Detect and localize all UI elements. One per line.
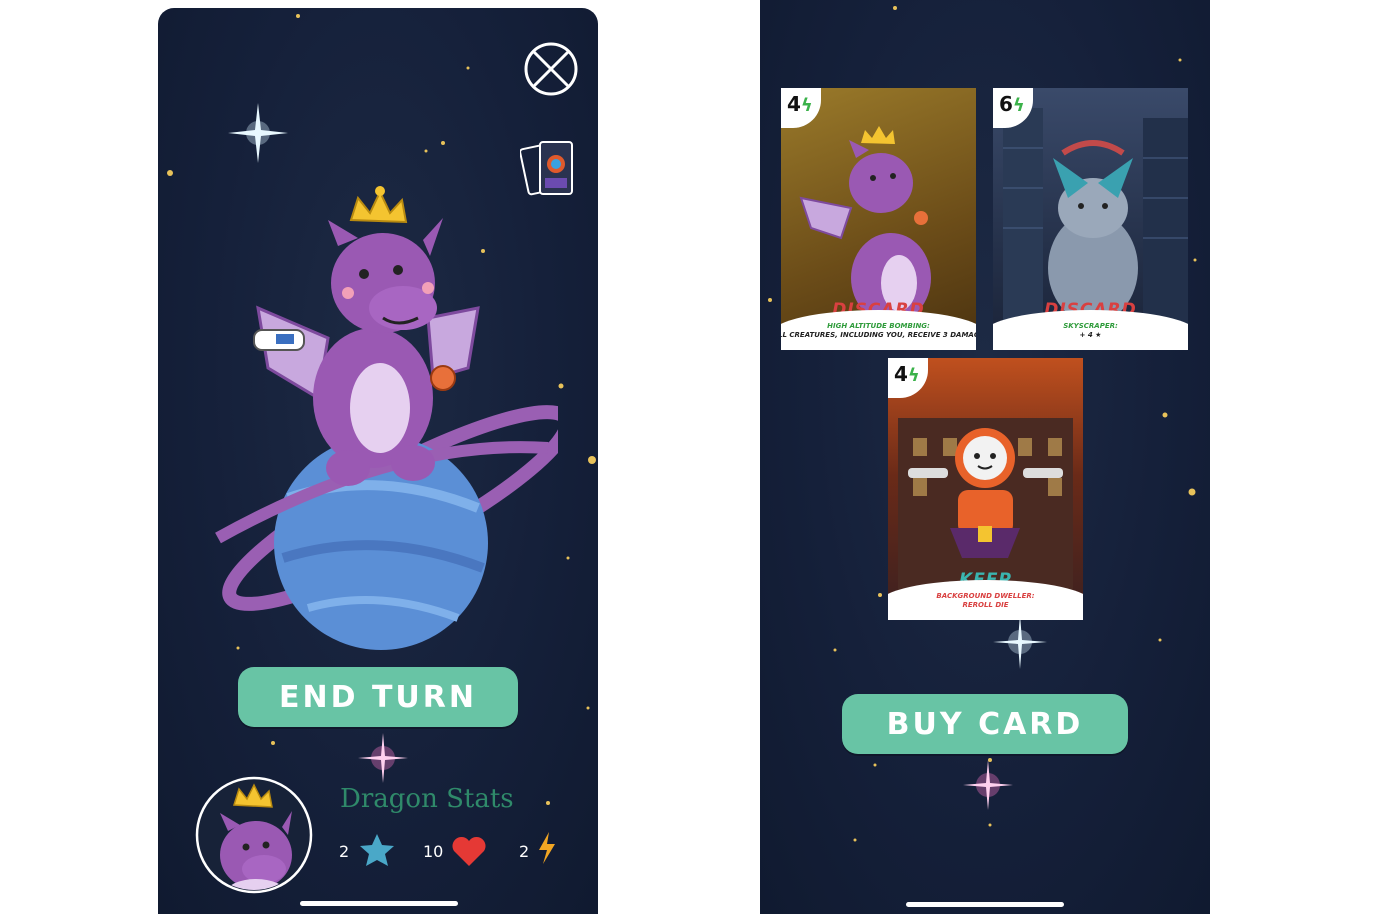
card-ability-text: REROLL DIE (962, 601, 1009, 609)
card-ability-panel: SKYSCRAPER: + 4 ★ (993, 310, 1188, 350)
end-turn-button[interactable]: END TURN (238, 667, 518, 727)
card-skyscraper[interactable]: 6ϟ DISCARD SKYSCRAPER: + 4 ★ (993, 88, 1188, 350)
close-circle-icon[interactable] (522, 40, 580, 98)
card-ability-title: BACKGROUND DWELLER: (936, 592, 1035, 600)
game-screen-left: END TURN Dragon Stats 2 10 2 (158, 8, 598, 914)
lightning-bolt-icon (539, 832, 555, 864)
star-icon (360, 834, 394, 866)
card-ability-panel: HIGH ALTITUDE BOMBING: ALL CREATURES, IN… (781, 310, 976, 350)
card-ability-panel: BACKGROUND DWELLER: REROLL DIE (888, 580, 1083, 620)
dragon-stats-title: Dragon Stats (340, 784, 514, 814)
buy-card-button[interactable]: BUY CARD (842, 694, 1128, 754)
game-screen-right: 4ϟ DISCARD HIGH ALTITUDE BOMBING: ALL CR… (760, 0, 1210, 914)
dragon-on-planet-illustration (215, 186, 558, 650)
heart-icon (452, 836, 486, 866)
health-count: 10 (423, 842, 444, 861)
card-ability-text: ALL CREATURES, INCLUDING YOU, RECEIVE 3 … (781, 331, 976, 339)
card-high-altitude-bombing[interactable]: 4ϟ DISCARD HIGH ALTITUDE BOMBING: ALL CR… (781, 88, 976, 350)
home-indicator[interactable] (300, 901, 458, 906)
energy-count: 2 (519, 842, 530, 861)
card-background-dweller[interactable]: 4ϟ KEEP BACKGROUND DWELLER: REROLL DIE (888, 358, 1083, 620)
card-ability-text: + 4 ★ (1079, 331, 1102, 339)
home-indicator[interactable] (906, 902, 1064, 907)
stars-count: 2 (339, 842, 350, 861)
card-ability-title: HIGH ALTITUDE BOMBING: (827, 322, 930, 330)
card-ability-title: SKYSCRAPER: (1063, 322, 1118, 330)
dragon-avatar[interactable] (194, 775, 314, 895)
